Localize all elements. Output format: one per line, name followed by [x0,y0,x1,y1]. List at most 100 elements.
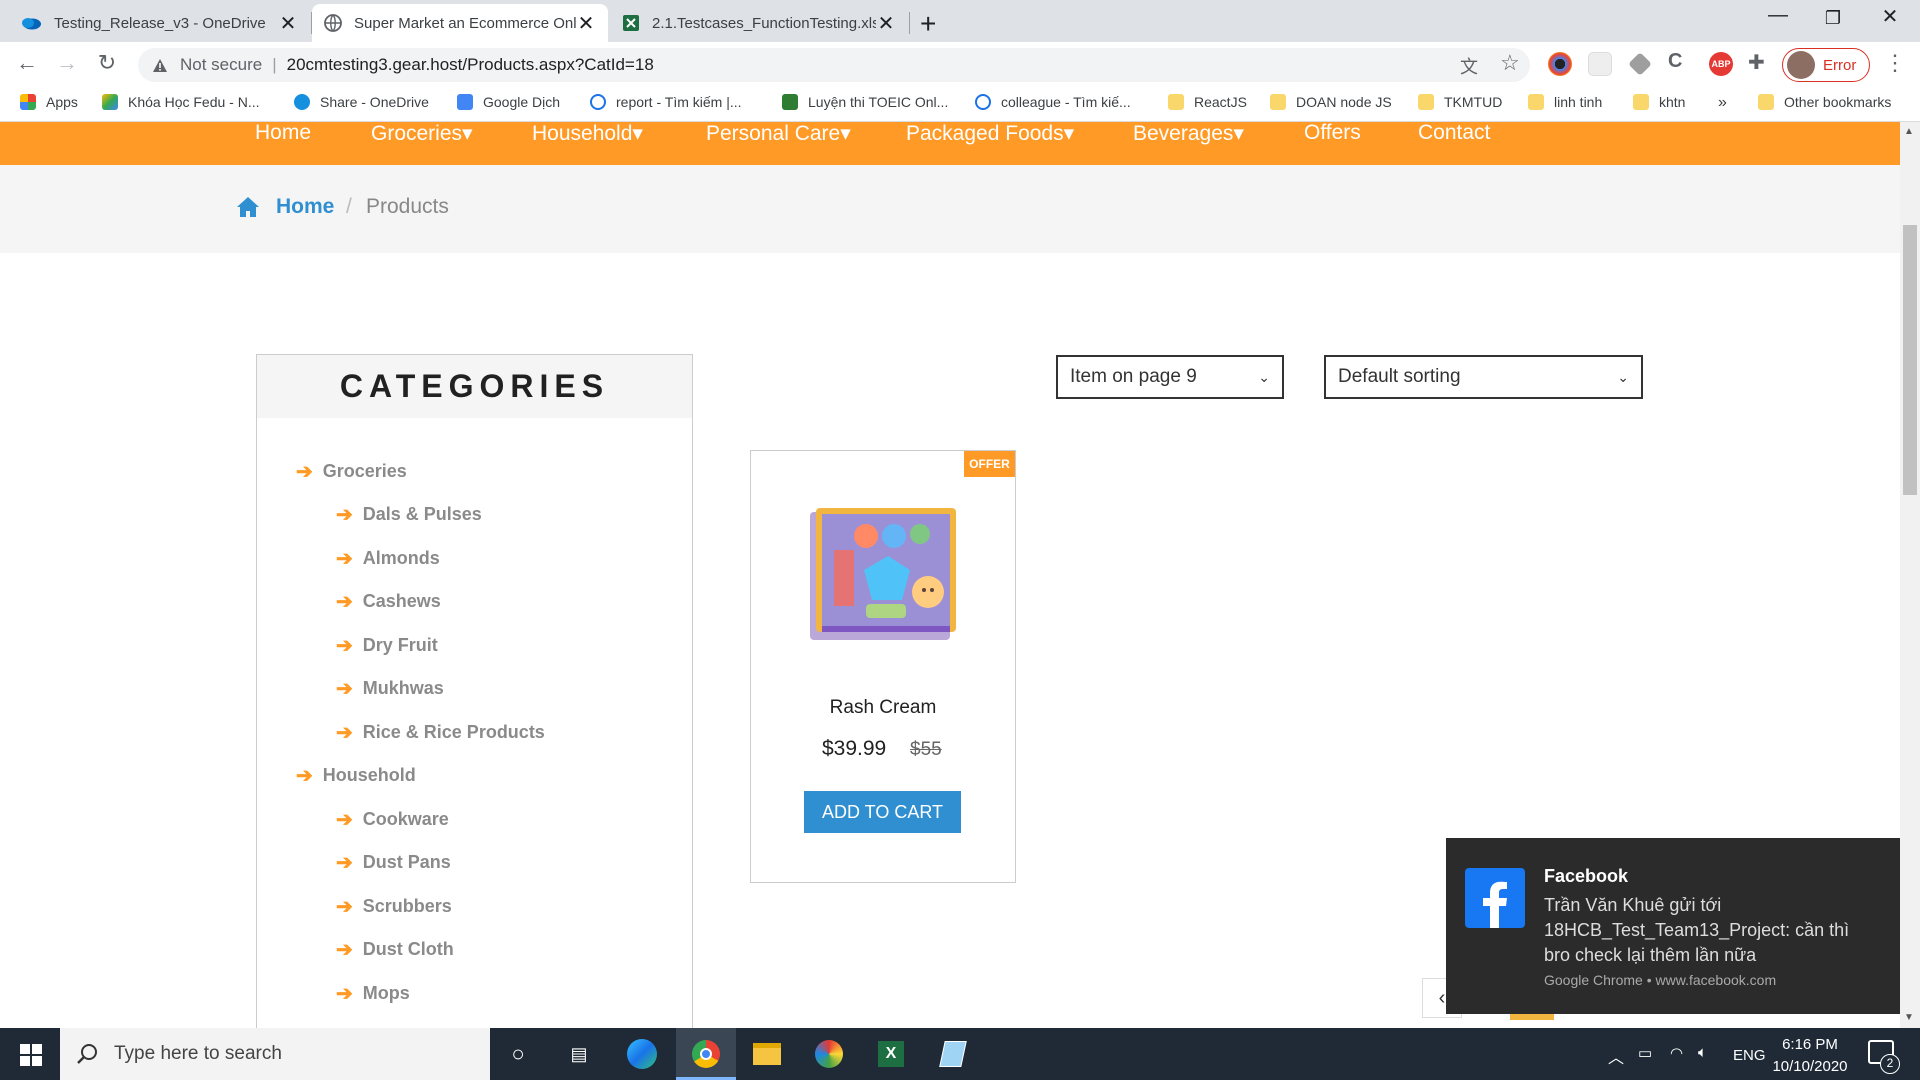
bookmark-folder[interactable]: TKMTUD [1418,94,1502,110]
arrow-right-icon: ➔ [336,896,353,918]
wifi-icon[interactable]: ◠ [1670,1044,1683,1062]
new-tab-button[interactable]: + [920,8,936,40]
menu-household[interactable]: Household▾ [532,122,643,145]
paint-icon[interactable] [813,1038,845,1070]
bookmark-item[interactable]: Share - OneDrive [294,94,429,110]
task-view-icon[interactable]: ▤ [563,1038,595,1070]
bookmark-star-icon[interactable]: ☆ [1500,50,1520,76]
adblock-icon[interactable]: ABP [1709,52,1733,76]
code-extension-icon[interactable]: C [1668,50,1682,73]
category-label: Mops [362,983,410,1003]
subcategory-item[interactable]: ➔ Mukhwas [336,676,444,701]
notification-count-badge: 2 [1880,1054,1900,1074]
subcategory-item[interactable]: ➔ Mops [336,981,410,1006]
tab-supermarket[interactable]: Super Market an Ecommerce Onl ✕ [312,4,608,42]
category-household[interactable]: ➔ Household [296,763,416,788]
scroll-up-arrow-icon[interactable]: ▲ [1904,126,1914,137]
bookmark-folder[interactable]: linh tinh [1528,94,1602,110]
add-to-cart-button[interactable]: ADD TO CART [804,791,961,833]
minimize-button[interactable]: — [1758,4,1798,27]
tab-excel[interactable]: 2.1.Testcases_FunctionTesting.xlsx ✕ [610,4,908,42]
taskbar-search-box[interactable]: Type here to search [60,1028,490,1080]
color-picker-extension-icon[interactable] [1548,52,1572,76]
extension-icon[interactable] [1588,52,1612,76]
chrome-icon[interactable] [690,1038,722,1070]
subcategory-item[interactable]: ➔ Scrubbers [336,894,452,919]
edge-icon[interactable] [626,1038,658,1070]
subcategory-item[interactable]: ➔ Rice & Rice Products [336,720,545,745]
menu-contact[interactable]: Contact [1418,121,1490,144]
menu-beverages[interactable]: Beverages▾ [1133,122,1244,145]
breadcrumb-home-link[interactable]: Home [276,195,334,219]
search-placeholder: Type here to search [114,1043,282,1064]
notepad-icon[interactable] [937,1038,969,1070]
subcategory-item[interactable]: ➔ Dals & Pulses [336,502,482,527]
items-per-page-select[interactable]: Item on page 9 ⌄ [1056,355,1284,399]
menu-packaged-foods[interactable]: Packaged Foods▾ [906,122,1074,145]
arrow-right-icon: ➔ [336,983,353,1005]
more-bookmarks-button[interactable]: » [1718,94,1727,112]
excel-taskbar-icon[interactable]: X [875,1038,907,1070]
bookmark-item[interactable]: Khóa Học Fedu - N... [102,94,260,110]
window-close-button[interactable]: ✕ [1870,4,1910,29]
close-icon[interactable]: ✕ [278,11,298,36]
other-bookmarks-folder[interactable]: Other bookmarks [1758,94,1891,110]
puzzle-icon[interactable]: ✚ [1748,50,1765,75]
bookmark-folder[interactable]: khtn [1633,94,1685,110]
close-icon[interactable]: ✕ [576,11,596,36]
category-groceries[interactable]: ➔ Groceries [296,459,407,484]
windows-start-icon[interactable] [20,1044,42,1066]
onedrive-icon [22,18,41,30]
clock-date[interactable]: 10/10/2020 [1772,1058,1848,1075]
restore-button[interactable]: ❐ [1813,8,1853,29]
menu-groceries[interactable]: Groceries▾ [371,122,473,145]
file-explorer-icon[interactable] [751,1038,783,1070]
subcategory-item[interactable]: ➔ Almonds [336,546,440,571]
sorting-select[interactable]: Default sorting ⌄ [1324,355,1643,399]
product-name[interactable]: Rash Cream [750,697,1016,719]
scroll-down-arrow-icon[interactable]: ▼ [1904,1012,1914,1023]
menu-home[interactable]: Home [255,121,311,144]
subcategory-item[interactable]: ➔ Dust Cloth [336,937,454,962]
bookmark-item[interactable]: Luyện thi TOEIC Onl... [782,94,948,110]
back-button[interactable]: ← [12,50,42,76]
profile-error-button[interactable]: Error [1782,48,1870,82]
clock-time[interactable]: 6:16 PM [1776,1036,1844,1053]
product-image[interactable] [806,500,958,650]
subcategory-item[interactable]: ➔ Dust Pans [336,850,451,875]
bookmark-label: DOAN node JS [1296,94,1392,110]
subcategory-item[interactable]: ➔ Cookware [336,807,449,832]
language-indicator[interactable]: ENG [1733,1047,1766,1064]
address-bar[interactable]: Not secure | 20cmtesting3.gear.host/Prod… [138,48,1530,82]
chevron-down-icon: ⌄ [1258,368,1270,385]
subcategory-item[interactable]: ➔ Dry Fruit [336,633,438,658]
reload-button[interactable]: ↻ [92,50,122,76]
bookmarks-bar [0,88,1920,122]
scrollbar-thumb[interactable] [1903,225,1917,495]
folder-icon [1633,94,1649,110]
bookmark-item[interactable]: colleague - Tìm kiế... [975,94,1131,110]
menu-offers[interactable]: Offers [1304,121,1361,144]
home-icon[interactable] [236,196,260,218]
bookmark-item[interactable]: report - Tìm kiếm |... [590,94,742,110]
bookmark-apps[interactable]: Apps [20,94,78,110]
close-icon[interactable]: ✕ [876,11,896,36]
folder-icon [1528,94,1544,110]
bookmark-folder[interactable]: DOAN node JS [1270,94,1392,110]
translate-icon[interactable]: 文 [1460,53,1478,79]
forward-button[interactable]: → [52,50,82,76]
bookmark-label: report - Tìm kiếm |... [616,94,742,110]
cortana-icon[interactable]: ○ [502,1038,534,1070]
battery-icon[interactable]: ▭ [1638,1044,1652,1062]
more-menu-icon[interactable]: ⋮ [1884,50,1906,76]
select-value: Default sorting [1338,366,1461,387]
volume-icon[interactable]: 🔈︎ [1698,1044,1707,1061]
arrow-right-icon: ➔ [336,809,353,831]
subcategory-item[interactable]: ➔ Cashews [336,589,441,614]
bookmark-item[interactable]: Google Dịch [457,94,560,110]
tab-onedrive[interactable]: Testing_Release_v3 - OneDrive ✕ [8,4,310,42]
bookmark-folder[interactable]: ReactJS [1168,94,1247,110]
menu-personal-care[interactable]: Personal Care▾ [706,122,851,145]
bookmark-label: TKMTUD [1444,94,1503,110]
show-hidden-icons-icon[interactable]: ︿ [1608,1044,1624,1068]
